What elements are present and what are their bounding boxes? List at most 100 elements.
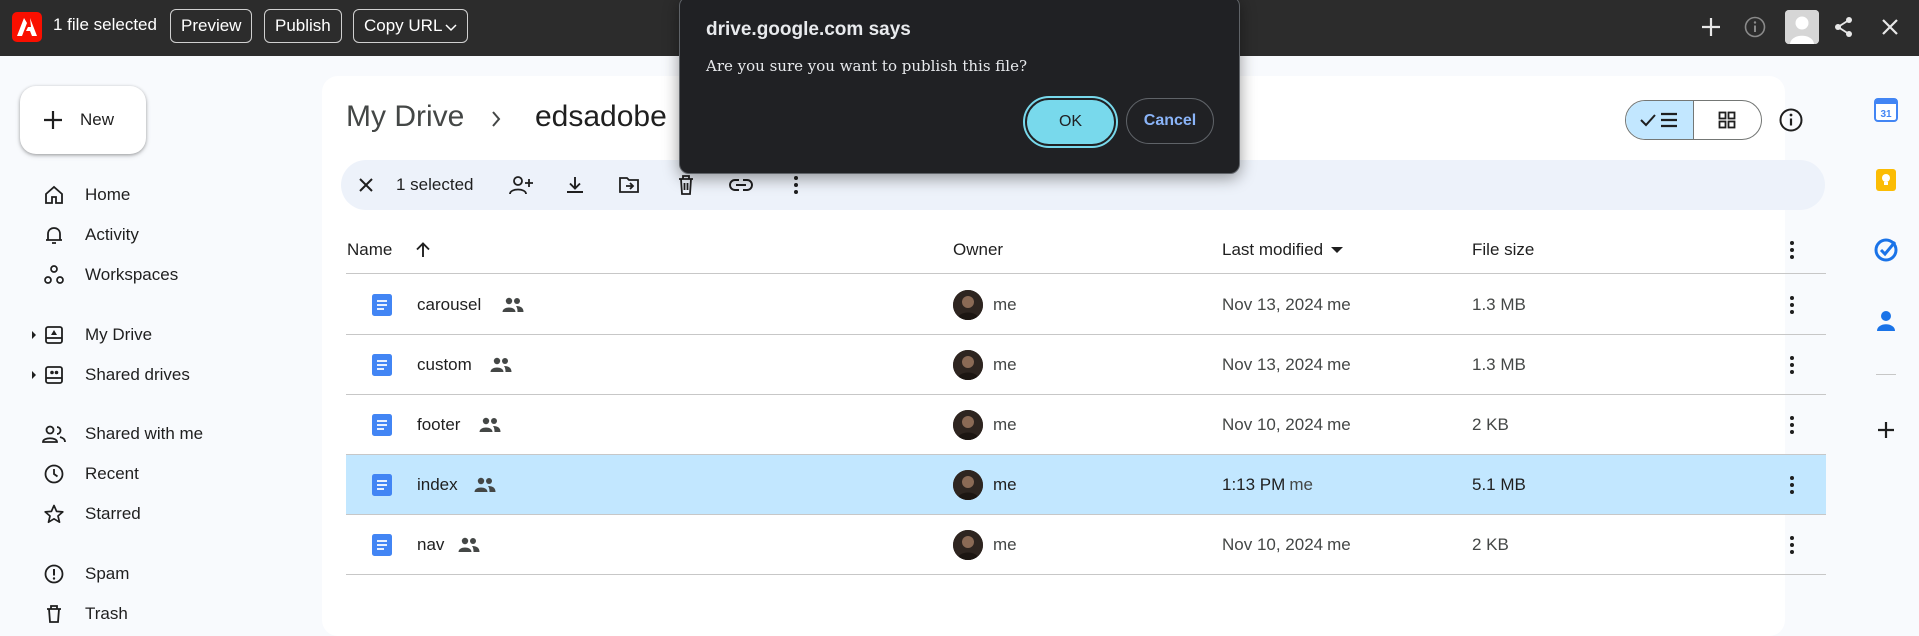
more-vert-icon[interactable]	[1789, 240, 1795, 260]
avatar	[953, 410, 983, 440]
file-name[interactable]: index	[417, 475, 458, 495]
preview-button[interactable]: Preview	[170, 9, 253, 43]
last-modified: Nov 13, 2024 me	[1222, 295, 1351, 315]
column-name-header[interactable]: Name	[347, 240, 432, 260]
table-row[interactable]: carousel me Nov 13, 2024 me 1.3 MB	[346, 275, 1826, 335]
keep-icon[interactable]	[1862, 160, 1910, 200]
more-vert-icon[interactable]	[1780, 353, 1804, 377]
clear-selection-icon[interactable]	[354, 173, 378, 197]
file-size: 2 KB	[1472, 535, 1509, 554]
ok-button-label: OK	[1058, 113, 1083, 130]
publish-button-label: Publish	[275, 16, 331, 35]
google-doc-icon	[372, 414, 392, 436]
avatar	[953, 470, 983, 500]
ok-button[interactable]: OK	[1023, 96, 1118, 148]
publish-button[interactable]: Publish	[264, 9, 342, 43]
sidebar-item-workspaces[interactable]: Workspaces	[0, 257, 300, 293]
column-owner-header[interactable]: Owner	[953, 240, 1003, 260]
sidebar-item-spam[interactable]: Spam	[0, 556, 300, 592]
breadcrumb-root[interactable]: My Drive	[346, 100, 464, 134]
caret-right-icon[interactable]	[30, 370, 38, 380]
more-vert-icon[interactable]	[1780, 533, 1804, 557]
add-addon-icon[interactable]	[1862, 410, 1910, 450]
avatar	[953, 350, 983, 380]
new-button[interactable]: New	[20, 86, 146, 154]
grid-view-button[interactable]	[1694, 101, 1762, 139]
sidebar-item-label: Shared with me	[85, 424, 204, 443]
sidebar-item-activity[interactable]: Activity	[0, 217, 300, 253]
info-icon[interactable]	[1740, 12, 1770, 42]
view-toggle[interactable]	[1625, 100, 1762, 140]
arrow-up-icon[interactable]	[414, 241, 432, 259]
sidebar-item-label: Home	[85, 185, 131, 204]
home-icon	[42, 183, 66, 207]
file-name[interactable]: carousel	[417, 295, 481, 315]
last-modified: Nov 10, 2024 me	[1222, 415, 1351, 435]
sidebar-item-label: Trash	[85, 604, 128, 623]
table-row[interactable]: custom me Nov 13, 2024 me 1.3 MB	[346, 335, 1826, 395]
file-name[interactable]: custom	[417, 355, 472, 375]
confirm-dialog: drive.google.com says Are you sure you w…	[679, 0, 1240, 174]
sidebar-item-home[interactable]: Home	[0, 177, 300, 213]
list-view-button[interactable]	[1626, 101, 1694, 139]
more-vert-icon[interactable]	[784, 173, 808, 197]
page-title[interactable]: edsadobe	[535, 100, 667, 134]
more-vert-icon[interactable]	[1780, 473, 1804, 497]
selection-status: 1 file selected	[53, 15, 157, 34]
table-row[interactable]: index me 1:13 PM me 5.1 MB	[346, 455, 1826, 515]
table-row[interactable]: footer me Nov 10, 2024 me 2 KB	[346, 395, 1826, 455]
link-icon[interactable]	[729, 173, 753, 197]
file-name[interactable]: footer	[417, 415, 460, 435]
modified-date: 1:13 PM	[1222, 475, 1286, 494]
calendar-icon[interactable]: 31	[1862, 90, 1910, 130]
sidebar-item-starred[interactable]: Starred	[0, 496, 300, 532]
last-modified: Nov 13, 2024 me	[1222, 355, 1351, 375]
modified-date: Nov 10, 2024	[1222, 535, 1324, 554]
add-person-icon[interactable]	[509, 173, 533, 197]
last-modified: Nov 10, 2024 me	[1222, 535, 1351, 555]
chevron-right-icon	[492, 111, 501, 127]
caret-down-icon	[1331, 247, 1344, 253]
info-icon[interactable]	[1777, 106, 1805, 134]
column-header-label: Name	[347, 240, 393, 259]
contacts-icon[interactable]	[1862, 300, 1910, 340]
avatar	[953, 290, 983, 320]
shared-people-icon	[479, 417, 501, 432]
last-modified: 1:13 PM me	[1222, 475, 1313, 495]
people-icon	[42, 422, 66, 446]
more-vert-icon[interactable]	[1780, 413, 1804, 437]
caret-right-icon[interactable]	[30, 330, 38, 340]
sidebar-item-shared-with-me[interactable]: Shared with me	[0, 416, 300, 452]
more-vert-icon[interactable]	[1780, 293, 1804, 317]
avatar	[953, 530, 983, 560]
tasks-icon[interactable]	[1862, 230, 1910, 270]
move-icon[interactable]	[617, 173, 641, 197]
sidebar-item-trash[interactable]: Trash	[0, 596, 300, 632]
sidebar-item-label: Starred	[85, 504, 141, 523]
close-icon[interactable]	[1875, 12, 1905, 42]
file-name[interactable]: nav	[417, 535, 444, 555]
file-size: 2 KB	[1472, 415, 1509, 434]
copy-url-button-label: Copy URL	[364, 16, 443, 35]
list-view-icon	[1640, 112, 1678, 128]
trash-icon[interactable]	[674, 173, 698, 197]
sidebar-item-shared-drives[interactable]: Shared drives	[0, 357, 300, 393]
download-icon[interactable]	[563, 173, 587, 197]
copy-url-button[interactable]: Copy URL	[353, 9, 469, 43]
spam-icon	[42, 562, 66, 586]
plus-icon[interactable]	[1696, 12, 1726, 42]
my-drive-icon	[42, 323, 66, 347]
cancel-button[interactable]: Cancel	[1126, 98, 1214, 144]
shared-drives-icon	[42, 363, 66, 387]
adobe-logo-icon	[12, 12, 42, 42]
table-row[interactable]: nav me Nov 10, 2024 me 2 KB	[346, 515, 1826, 575]
modified-by: me	[1327, 355, 1351, 374]
sidebar-item-label: Workspaces	[85, 265, 179, 284]
column-file-size-header[interactable]: File size	[1472, 240, 1534, 260]
sidebar-item-recent[interactable]: Recent	[0, 456, 300, 492]
sidebar-item-my-drive[interactable]: My Drive	[0, 317, 300, 353]
modified-by: me	[1327, 535, 1351, 554]
column-last-modified-header[interactable]: Last modified	[1222, 240, 1344, 260]
avatar[interactable]	[1785, 10, 1819, 44]
share-icon[interactable]	[1829, 12, 1859, 42]
